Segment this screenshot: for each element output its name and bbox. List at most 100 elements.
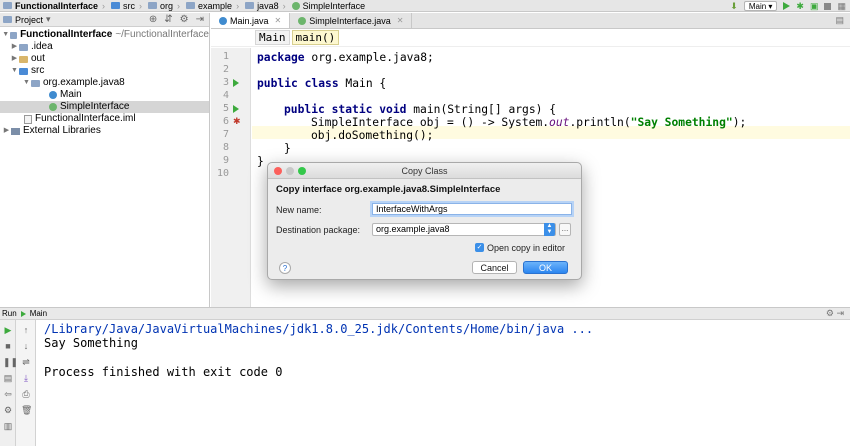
zoom-window-button[interactable] (298, 167, 306, 175)
line-number: 10 (216, 168, 229, 179)
pause-icon[interactable]: ❚❚ (3, 358, 18, 367)
hide-icon[interactable]: ⇥ (196, 14, 204, 25)
line-number: 9 (222, 155, 229, 166)
settings-icon[interactable]: ⚙ (3, 406, 13, 415)
rerun-icon[interactable]: ▶ (3, 326, 13, 335)
run-icon (20, 310, 26, 317)
help-button[interactable]: ? (279, 262, 291, 274)
tab-simpleinterface-java[interactable]: SimpleInterface.java ✕ (290, 13, 413, 28)
new-name-label: New name: (276, 205, 322, 215)
run-gutter-icon[interactable] (233, 79, 239, 87)
stop-icon[interactable] (824, 2, 832, 10)
class-icon (219, 16, 227, 25)
breadcrumb-main[interactable]: Main (255, 30, 290, 45)
tree-item-out[interactable]: ▶ out (0, 53, 209, 65)
close-icon[interactable]: ✕ (275, 16, 282, 25)
code-line-1: package org.example.java8; (257, 51, 434, 64)
folder-icon (148, 2, 158, 9)
project-panel-title[interactable]: Project (15, 15, 43, 25)
gear-icon[interactable]: ⚙ (826, 308, 834, 318)
run-gutter-icon[interactable] (233, 105, 239, 113)
project-panel-header: Project ▾ ⊕ ⇵ ⚙ ⇥ (0, 13, 209, 27)
destination-package-label: Destination package: (276, 225, 361, 235)
close-window-button[interactable] (274, 167, 282, 175)
folder-icon (245, 2, 255, 9)
line-number: 4 (222, 90, 229, 101)
code-line-3: public class Main { (257, 77, 387, 90)
print-icon[interactable]: ⎙ (21, 390, 31, 399)
library-icon (11, 127, 20, 135)
interface-icon (291, 1, 300, 10)
sync-icon[interactable]: ⊕ (149, 14, 157, 25)
tree-item-main[interactable]: Main (0, 89, 209, 101)
tab-main-java[interactable]: Main.java ✕ (211, 13, 291, 28)
build-icon[interactable]: ⬇ (730, 1, 738, 12)
folder-icon (9, 31, 18, 39)
tree-item-project-root[interactable]: ▼ FunctionalInterface ~/FunctionalInterfac… (0, 29, 209, 41)
code-line-6: SimpleInterface obj = () -> System.out.p… (311, 116, 747, 129)
ok-button[interactable]: OK (523, 261, 568, 274)
down-arrow-icon[interactable]: ↓ (21, 342, 31, 351)
tree-item-iml[interactable]: FunctionalInterface.iml (0, 113, 209, 125)
tree-item-simpleinterface[interactable]: SimpleInterface (0, 101, 209, 113)
tab-list-icon[interactable]: ▤ (829, 15, 850, 28)
interface-icon (49, 103, 57, 111)
run-icon[interactable] (783, 2, 791, 10)
code-line-9: } (257, 155, 264, 168)
nav-crumb-project[interactable]: FunctionalInterface › (0, 1, 108, 11)
coverage-icon[interactable]: ▣ (810, 1, 819, 12)
up-arrow-icon[interactable]: ↑ (21, 326, 31, 335)
tree-item-src[interactable]: ▼ src (0, 65, 209, 77)
structure-breadcrumbs: Main main() (211, 29, 850, 47)
chevron-down-icon[interactable]: ▾ (46, 14, 51, 25)
new-name-input[interactable]: InterfaceWithArgs (372, 203, 572, 215)
hide-icon[interactable]: ⇥ (836, 308, 844, 318)
folder-icon (19, 43, 28, 51)
line-number: 3 (222, 77, 229, 88)
wrap-icon[interactable]: ⇌ (21, 358, 31, 367)
nav-crumb-src[interactable]: src › (108, 1, 145, 11)
trash-icon[interactable]: 🗑 (21, 406, 32, 415)
chevron-right-icon: ▶ (11, 55, 18, 62)
toolbar-right: ⬇ Main ▾ ✱ ▣ ▦ (730, 0, 846, 12)
layout-icon[interactable]: ▥ (3, 422, 13, 431)
minimize-window-button[interactable] (286, 167, 294, 175)
tree-item-idea[interactable]: ▶ .idea (0, 41, 209, 53)
nav-crumb-java8[interactable]: java8 › (242, 1, 289, 11)
collapse-icon[interactable]: ⇵ (164, 14, 172, 25)
breadcrumb-main-method[interactable]: main() (291, 30, 340, 45)
browse-package-button[interactable]: ... (559, 223, 571, 236)
run-tab-label[interactable]: Run (2, 309, 17, 318)
nav-crumb-example[interactable]: example › (183, 1, 242, 11)
exit-icon[interactable]: ⇦ (3, 390, 13, 399)
console-line-command: /Library/Java/JavaVirtualMachines/jdk1.8… (44, 322, 594, 336)
open-copy-label[interactable]: Open copy in editor (487, 243, 565, 253)
class-icon (49, 91, 57, 99)
lambda-gutter-icon[interactable]: ✱ (233, 116, 241, 127)
run-config-label[interactable]: Main (30, 309, 47, 318)
stop-icon[interactable]: ■ (3, 342, 13, 351)
close-icon[interactable]: ✕ (397, 16, 404, 25)
line-number: 5 (222, 103, 229, 114)
code-line-5: public static void main(String[] args) { (284, 103, 557, 116)
chevron-down-icon: ▲ ▼ (544, 223, 555, 236)
ide-window: FunctionalInterface › src › org › example › … (0, 0, 850, 446)
chevron-right-icon: ▶ (11, 43, 18, 50)
dialog-heading: Copy interface org.example.java8.SimpleI… (276, 184, 501, 195)
run-config-select[interactable]: Main ▾ (743, 1, 778, 11)
debug-icon[interactable]: ✱ (796, 1, 804, 12)
gear-icon[interactable]: ⚙ (180, 14, 189, 25)
sdk-icon[interactable]: ▦ (837, 1, 846, 12)
scroll-to-end-icon[interactable]: ⤓ (21, 374, 31, 383)
cancel-button[interactable]: Cancel (472, 261, 517, 274)
tree-item-package[interactable]: ▼ org.example.java8 (0, 77, 209, 89)
destination-package-select[interactable]: org.example.java8 ▲ ▼ (372, 223, 556, 236)
interface-icon (298, 16, 307, 25)
nav-crumb-simpleinterface[interactable]: SimpleInterface (289, 1, 369, 11)
line-number: 6 (222, 116, 229, 127)
tree-item-external-libraries[interactable]: ▶ External Libraries (0, 125, 209, 137)
nav-crumb-org[interactable]: org › (145, 1, 183, 11)
line-number: 7 (222, 129, 229, 140)
open-copy-checkbox[interactable]: ✓ (475, 243, 484, 252)
dump-threads-icon[interactable]: ▤ (3, 374, 13, 383)
